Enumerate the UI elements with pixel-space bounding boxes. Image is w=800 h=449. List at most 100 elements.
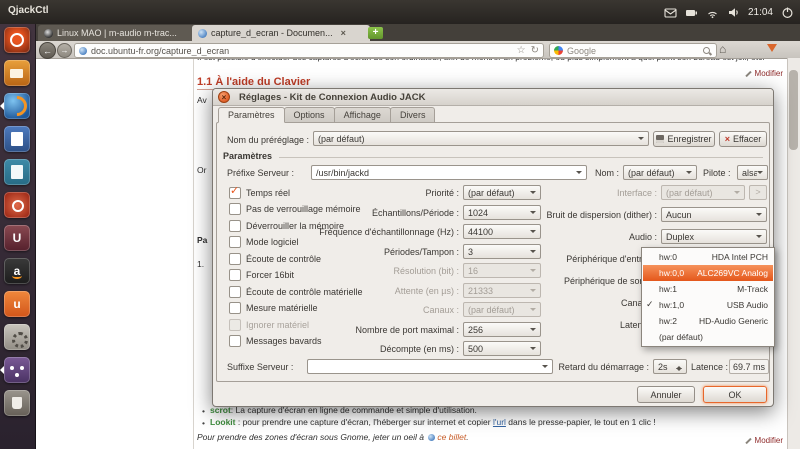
checkbox-box (229, 269, 241, 281)
device-option-hw2[interactable]: hw:2HD-Audio Generic (643, 313, 773, 329)
session-power-icon[interactable] (781, 6, 794, 19)
bookmark-star-icon[interactable]: ☆ (517, 45, 526, 56)
periods-buffer-combo[interactable]: 3 (463, 244, 541, 259)
dialog-titlebar[interactable]: × Réglages - Kit de Connexion Audio JACK (213, 89, 773, 106)
clock[interactable]: 21:04 (748, 7, 773, 18)
launcher-icon-trash[interactable] (4, 390, 30, 416)
priority-combo[interactable]: (par défaut) (463, 185, 541, 200)
server-suffix-combo[interactable] (307, 359, 553, 374)
timeout-combo[interactable]: 500 (463, 341, 541, 356)
checkbox-realtime[interactable]: ✓Temps réel (229, 187, 290, 199)
battery-indicator-icon[interactable] (685, 6, 698, 19)
tab-close-icon[interactable]: × (341, 28, 346, 38)
tab-label: Linux MAO | m-audio m-trac... (57, 28, 177, 38)
delete-preset-button[interactable]: ×Effacer (719, 131, 767, 147)
launcher-glyph: a (14, 264, 21, 278)
checkbox-verbose[interactable]: Messages bavards (229, 335, 322, 347)
checkbox-force-16bit[interactable]: Forcer 16bit (229, 269, 294, 281)
driver-label: Pilote : (703, 168, 731, 178)
modifier-label: Modifier (755, 436, 783, 445)
launcher-icon-libreoffice-calc[interactable] (4, 159, 30, 185)
launcher-icon-qjackctl[interactable] (4, 357, 30, 383)
device-option-hw1[interactable]: hw:1M-Track (643, 281, 773, 297)
browser-tab-2-active[interactable]: capture_d_ecran - Documen... × (192, 25, 370, 41)
home-icon[interactable]: ⌂ (719, 42, 726, 56)
scrollbar-thumb[interactable] (789, 70, 798, 150)
url-bar[interactable]: doc.ubuntu-fr.org/capture_d_ecran ☆ ↻ (74, 43, 544, 58)
driver-combo[interactable]: alsa (737, 165, 768, 180)
list-bullet: • (202, 418, 205, 428)
tab-affichage[interactable]: Affichage (334, 107, 391, 123)
audio-combo[interactable]: Duplex (661, 229, 767, 244)
message-indicator-icon[interactable] (664, 6, 677, 19)
checkbox-box (229, 203, 241, 215)
launcher-icon-libreoffice-writer[interactable] (4, 126, 30, 152)
search-bar[interactable]: Google (549, 43, 717, 58)
dither-label: Bruit de dispersion (dither) : (546, 210, 657, 220)
modifier-link-top[interactable]: Modifier (745, 69, 783, 78)
priority-label: Priorité : (425, 188, 459, 198)
lookit-link[interactable]: Lookit (210, 417, 236, 427)
checkbox-hw-monitor[interactable]: Écoute de contrôle matérielle (229, 286, 363, 298)
site-identity-icon[interactable] (79, 47, 87, 55)
ok-button[interactable]: OK (703, 386, 767, 403)
volume-indicator-icon[interactable] (727, 6, 740, 19)
new-tab-button[interactable]: + (368, 27, 383, 39)
launcher-icon-amazon[interactable]: a (4, 258, 30, 284)
modifier-link-bottom[interactable]: Modifier (745, 436, 783, 445)
network-indicator-icon[interactable] (706, 6, 719, 19)
name-combo[interactable]: (par défaut) (623, 165, 697, 180)
back-button[interactable]: ← (39, 42, 56, 59)
downloads-icon[interactable] (767, 44, 777, 52)
checkbox-box (229, 302, 241, 314)
tab-options[interactable]: Options (284, 107, 335, 123)
device-option-hw00-highlighted[interactable]: hw:0,0ALC269VC Analog (643, 265, 773, 281)
browser-tab-1[interactable]: Linux MAO | m-audio m-trac... (38, 25, 200, 41)
server-prefix-combo[interactable]: /usr/bin/jackd (311, 165, 587, 180)
cancel-button[interactable]: Annuler (637, 386, 695, 403)
launcher-icon-ubuntuone-music[interactable]: U (4, 225, 30, 251)
checkbox-ignore-hw[interactable]: Ignorer matériel (229, 319, 309, 331)
interface-device-button[interactable]: > (749, 185, 767, 200)
word-length-combo[interactable]: 16 (463, 263, 541, 278)
tab-parametres[interactable]: Paramètres (218, 107, 285, 123)
preset-combo[interactable]: (par défaut) (313, 131, 649, 146)
save-preset-button[interactable]: Enregistrer (653, 131, 715, 147)
launcher-icon-file-manager[interactable] (4, 60, 30, 86)
browser-tab-strip: Linux MAO | m-audio m-trac... capture_d_… (35, 24, 800, 41)
launcher-icon-ubuntu-one[interactable]: u (4, 291, 30, 317)
close-button-icon[interactable]: × (218, 91, 230, 103)
checkbox-monitor[interactable]: Écoute de contrôle (229, 253, 321, 265)
qjackctl-settings-dialog: × Réglages - Kit de Connexion Audio JACK… (212, 88, 774, 407)
checkbox-no-memory-lock[interactable]: Pas de verrouillage mémoire (229, 203, 361, 215)
forward-button[interactable]: → (57, 43, 72, 58)
reload-icon[interactable]: ↻ (531, 45, 539, 56)
ce-billet-link[interactable]: ce billet (437, 432, 466, 442)
search-magnifier-icon[interactable] (702, 46, 712, 56)
launcher-icon-firefox[interactable] (4, 93, 30, 119)
device-option-default[interactable]: (par défaut) (643, 329, 773, 345)
channels-combo[interactable]: (par défaut) (463, 302, 541, 317)
checkbox-hw-meter[interactable]: Mesure matérielle (229, 302, 318, 314)
start-delay-spinner[interactable]: 2s (653, 359, 687, 374)
url-link[interactable]: l'url (493, 417, 506, 427)
checkbox-box (229, 236, 241, 248)
checkbox-soft-mode[interactable]: Mode logiciel (229, 236, 299, 248)
tab-divers[interactable]: Divers (390, 107, 436, 123)
name-label: Nom : (595, 168, 619, 178)
frames-period-combo[interactable]: 1024 (463, 205, 541, 220)
device-option-hw10-selected[interactable]: ✓hw:1,0USB Audio (643, 297, 773, 313)
launcher-icon-dash-home[interactable] (4, 27, 30, 53)
launcher-icon-system-settings[interactable] (4, 324, 30, 350)
wait-combo[interactable]: 21333 (463, 283, 541, 298)
interface-combo[interactable]: (par défaut) (661, 185, 745, 200)
text-fragment: Or (197, 165, 206, 175)
google-engine-icon[interactable] (554, 46, 563, 55)
indicator-tray: 21:04 (664, 0, 794, 24)
sample-rate-combo[interactable]: 44100 (463, 224, 541, 239)
port-maximum-combo[interactable]: 256 (463, 322, 541, 337)
dither-combo[interactable]: Aucun (661, 207, 767, 222)
device-option-hw0[interactable]: hw:0HDA Intel PCH (643, 249, 773, 265)
checkbox-box (229, 253, 241, 265)
launcher-icon-media-player[interactable] (4, 192, 30, 218)
